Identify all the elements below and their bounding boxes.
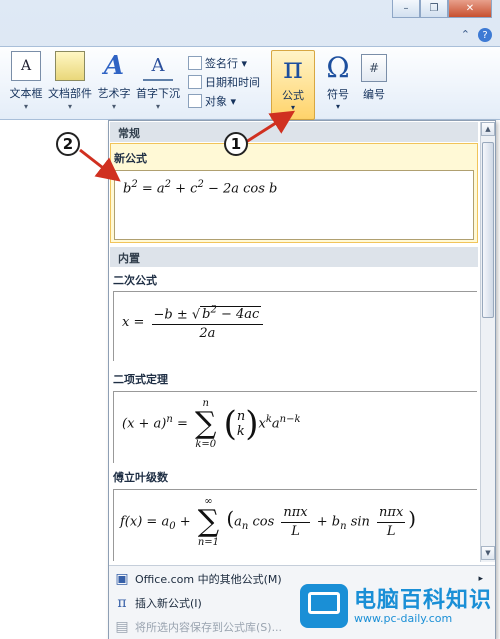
new-formula-title: 新公式 xyxy=(114,152,147,165)
close-button[interactable]: ✕ xyxy=(448,0,492,18)
date-time-label: 日期和时间 xyxy=(205,75,260,89)
quadratic-formula-title: 二次公式 xyxy=(113,274,157,287)
signature-icon xyxy=(188,55,202,70)
chevron-down-icon: ▾ xyxy=(335,102,340,111)
scroll-up-icon[interactable]: ▲ xyxy=(481,122,495,136)
hash-icon: # xyxy=(361,54,387,82)
fourier-series-title: 傅立叶级数 xyxy=(113,471,168,484)
callout-one: 1 xyxy=(224,132,248,156)
window-controls: – ❐ ✕ xyxy=(392,0,492,18)
quick-parts-icon xyxy=(55,51,85,81)
ribbon-insert-group: A 文本框 ▾ 文档部件 ▾ A 艺术字 ▾ A 首字下沉 ▾ 签名行 ▾ 日期… xyxy=(0,46,500,120)
signature-label: 签名行 ▾ xyxy=(205,56,248,70)
dropcap-label: 首字下沉 xyxy=(136,87,180,100)
fourier-series-item[interactable]: f(x) = a0 + ∞ ∑ n=1 (an cos nπx L + bn sin … xyxy=(113,489,477,561)
watermark-url: www.pc-daily.com xyxy=(354,612,453,625)
object-icon xyxy=(188,93,202,108)
office-icon: ▣ xyxy=(115,571,129,587)
section-header-general: 常规 xyxy=(110,122,478,142)
ribbon-controls: ⌃ ? xyxy=(461,28,492,42)
insert-new-label: 插入新公式(I) xyxy=(135,597,202,610)
chevron-down-icon: ▾ xyxy=(111,102,116,111)
law-of-cosines-equation: b2 = a2 + c2 − 2a cos b xyxy=(114,170,474,240)
minimize-button[interactable]: – xyxy=(392,0,420,18)
dropcap-button[interactable]: A 首字下沉 ▾ xyxy=(136,51,180,112)
wordart-icon: A xyxy=(103,51,125,81)
save-selection-label: 将所选内容保存到公式库(S)... xyxy=(135,621,283,634)
formula-label: 公式 xyxy=(282,89,304,102)
date-time-button[interactable]: 日期和时间 xyxy=(188,72,260,91)
textbox-label: 文本框 xyxy=(9,87,43,100)
title-bar: – ❐ ✕ xyxy=(0,0,500,22)
scroll-down-icon[interactable]: ▼ xyxy=(481,546,495,560)
signature-line-button[interactable]: 签名行 ▾ xyxy=(188,53,260,72)
calendar-icon xyxy=(188,74,202,89)
chevron-down-icon: ▾ xyxy=(290,103,295,112)
quadratic-formula-item[interactable]: x = −b ± √ b2 − 4ac 2a xyxy=(113,291,477,361)
collapse-ribbon-icon[interactable]: ⌃ xyxy=(461,28,470,42)
object-label: 对象 ▾ xyxy=(205,94,237,108)
help-icon[interactable]: ? xyxy=(478,28,492,42)
textbox-icon: A xyxy=(11,51,41,81)
small-buttons-column: 签名行 ▾ 日期和时间 对象 ▾ xyxy=(188,53,260,110)
dropcap-icon: A xyxy=(143,51,173,81)
number-button[interactable]: # 编号 xyxy=(352,50,396,102)
formula-gallery: 常规 新公式 b2 = a2 + c2 − 2a cos b 内置 二次公式 x… xyxy=(108,120,496,639)
monitor-logo-icon xyxy=(300,584,348,628)
watermark: 电脑百科知识 www.pc-daily.com xyxy=(300,578,498,636)
save-gallery-icon: ▤ xyxy=(115,619,129,635)
callout-two: 2 xyxy=(56,132,80,156)
watermark-brand: 电脑百科知识 xyxy=(354,588,493,613)
pi-icon: π xyxy=(117,595,127,611)
textbox-button[interactable]: A 文本框 ▾ xyxy=(4,51,48,111)
quick-parts-button[interactable]: 文档部件 ▾ xyxy=(48,51,92,111)
binomial-theorem-title: 二项式定理 xyxy=(113,373,168,386)
wordart-button[interactable]: A 艺术字 ▾ xyxy=(92,51,136,111)
wordart-label: 艺术字 xyxy=(97,87,131,100)
office-more-label: Office.com 中的其他公式(M) xyxy=(135,573,282,586)
formula-button[interactable]: π 公式 ▾ xyxy=(271,50,315,120)
pi-icon: π xyxy=(283,51,303,86)
new-formula-item[interactable]: 新公式 b2 = a2 + c2 − 2a cos b xyxy=(110,143,478,243)
number-label: 编号 xyxy=(363,88,385,101)
restore-button[interactable]: ❐ xyxy=(420,0,448,18)
scrollbar-thumb[interactable] xyxy=(482,142,494,318)
quick-parts-label: 文档部件 xyxy=(48,87,92,100)
chevron-down-icon: ▾ xyxy=(67,102,72,111)
section-header-builtin: 内置 xyxy=(110,247,478,267)
binomial-theorem-item[interactable]: (x + a)n = n ∑ k=0 (n k) xkan−k xyxy=(113,391,477,463)
gallery-scrollbar[interactable]: ▲ ▼ xyxy=(480,122,495,562)
object-button[interactable]: 对象 ▾ xyxy=(188,91,260,110)
chevron-down-icon: ▾ xyxy=(155,102,160,111)
chevron-down-icon: ▾ xyxy=(23,102,28,111)
